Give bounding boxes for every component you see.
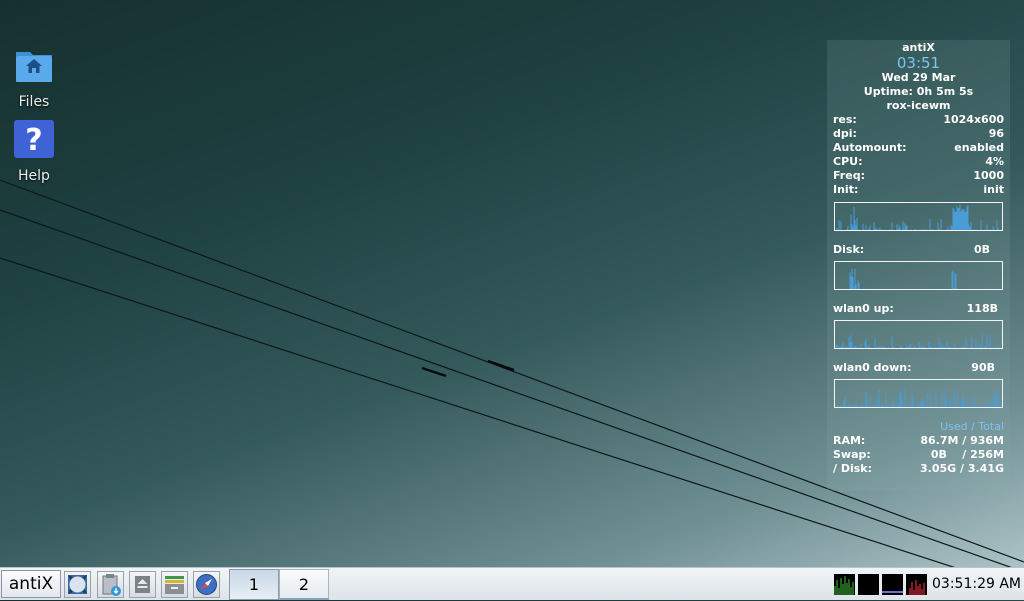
conky-stat-dpi: dpi: 96 (833, 127, 1004, 140)
taskbar: antiX 1 2 03:51:29 AM (0, 567, 1024, 600)
network-monitor-icon (882, 574, 903, 595)
battery-monitor-icon (906, 574, 927, 595)
help-label: Help (18, 168, 50, 184)
conky-system-monitor: antiX 03:51 Wed 29 Mar Uptime: 0h 5m 5s … (827, 40, 1010, 491)
browser-button[interactable] (193, 571, 220, 598)
conky-clock: 03:51 (896, 54, 941, 72)
conky-usage-disk: / Disk: 3.05G / 3.41G (833, 462, 1004, 475)
conky-stat-init: Init: init (833, 183, 1004, 196)
eject-button[interactable] (129, 571, 156, 598)
disk-graph (834, 261, 1003, 290)
conky-stat-automount: Automount: enabled (833, 141, 1004, 154)
memory-monitor-icon (858, 574, 879, 595)
show-desktop-button[interactable] (64, 571, 91, 598)
desktop-icon-help[interactable]: ? Help (8, 120, 60, 184)
workspace-2-button[interactable]: 2 (279, 569, 329, 600)
svg-text:?: ? (25, 123, 42, 158)
file-manager-button[interactable] (161, 571, 188, 598)
files-label: Files (18, 94, 50, 110)
file-manager-icon (165, 576, 184, 594)
conky-stat-freq: Freq: 1000 (833, 169, 1004, 182)
tray-clock[interactable]: 03:51:29 AM (932, 568, 1021, 601)
conky-wlan-down: wlan0 down: 90B (833, 361, 995, 374)
conky-usage-header: Used / Total (940, 420, 1004, 433)
conky-usage-swap: Swap: 0B / 256M (833, 448, 1004, 461)
help-question-icon: ? (14, 120, 54, 158)
conky-wlan-up: wlan0 up: 118B (833, 302, 998, 315)
desktop[interactable]: Files ? Help antiX 03:51 Wed 29 Mar Upti… (0, 0, 1024, 567)
cpu-monitor-icon (834, 574, 855, 595)
conky-disk: Disk: 0B (833, 243, 990, 256)
conky-stat-cpu: CPU: 4% (833, 155, 1004, 168)
conky-wm: rox-icewm (886, 99, 951, 112)
wlan-up-graph (834, 320, 1003, 349)
eject-icon (135, 576, 150, 593)
conky-uptime: Uptime: 0h 5m 5s (863, 85, 974, 98)
conky-distro: antiX (902, 41, 935, 54)
clipboard-icon (102, 574, 121, 596)
wlan-down-graph (834, 379, 1003, 408)
conky-stat-res: res: 1024x600 (833, 113, 1004, 126)
conky-date: Wed 29 Mar (881, 71, 956, 84)
start-menu-button[interactable]: antiX (1, 570, 61, 598)
show-desktop-icon (68, 575, 87, 594)
desktop-icon-files[interactable]: Files (8, 46, 60, 110)
conky-usage-ram: RAM: 86.7M / 936M (833, 434, 1004, 447)
workspace-1-button[interactable]: 1 (229, 569, 279, 600)
folder-home-icon (16, 52, 52, 82)
browser-icon (196, 574, 217, 595)
clipboard-button[interactable] (97, 571, 124, 598)
cpu-graph (834, 202, 1003, 231)
